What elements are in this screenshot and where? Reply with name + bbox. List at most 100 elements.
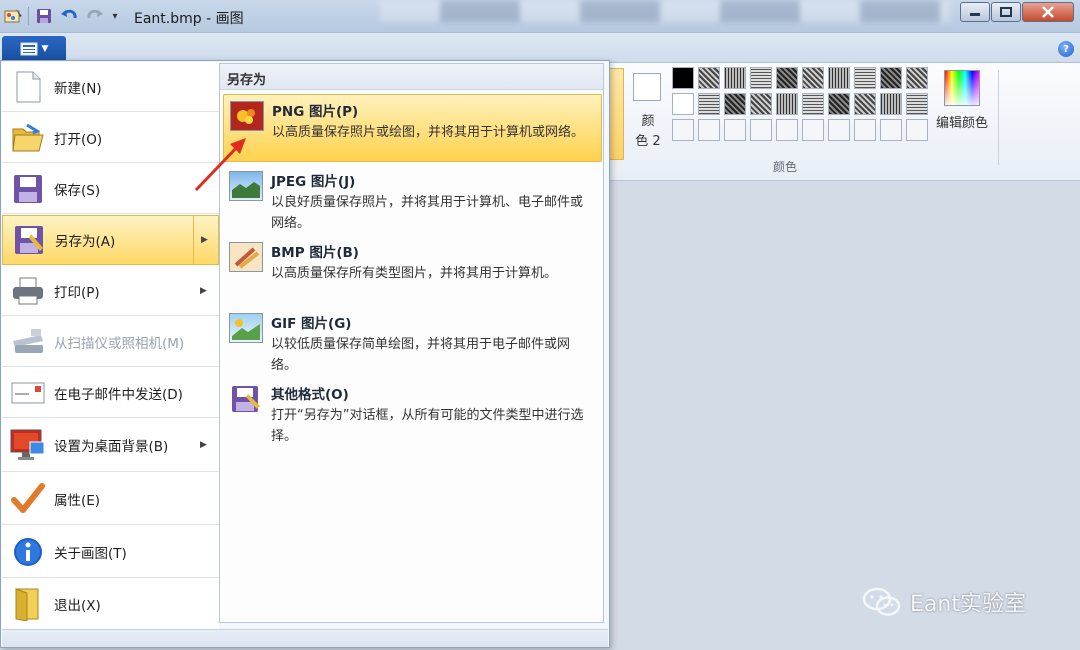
maximize-button[interactable] — [991, 2, 1021, 22]
help-icon[interactable]: ? — [1058, 41, 1074, 57]
submenu-item-description: 以良好质量保存照片，并将其用于计算机、电子邮件或网络。 — [271, 195, 584, 231]
palette-swatch[interactable] — [698, 67, 720, 89]
palette-swatch[interactable] — [906, 119, 928, 141]
close-button[interactable] — [1022, 2, 1074, 22]
palette-swatch[interactable] — [776, 93, 798, 115]
gif-image-icon — [229, 313, 263, 343]
palette-swatch[interactable] — [750, 93, 772, 115]
app-menu-icon — [20, 42, 38, 55]
submenu-item-title: JPEG 图片(J) — [271, 174, 356, 190]
chevron-down-icon: ▼ — [41, 43, 49, 54]
palette-swatch[interactable] — [750, 119, 772, 141]
save-as-png[interactable]: PNG 图片(P) 以高质量保存照片或绘图，并将其用于计算机或网络。 — [223, 94, 602, 162]
edit-colors-label: 编辑颜色 — [935, 116, 988, 131]
application-menu-button[interactable]: ▼ — [2, 36, 66, 61]
palette-swatch[interactable] — [750, 67, 772, 89]
submenu-title: 另存为 — [220, 64, 603, 90]
printer-icon — [10, 273, 46, 309]
palette-swatch[interactable] — [724, 119, 746, 141]
menu-item-label: 打开(O) — [54, 131, 103, 148]
redo-icon[interactable] — [84, 6, 106, 26]
palette-swatch[interactable] — [802, 93, 824, 115]
png-image-icon — [230, 101, 264, 131]
palette-swatch[interactable] — [854, 93, 876, 115]
color-1-selector[interactable] — [608, 68, 624, 160]
customize-quick-access-icon[interactable]: ▾ — [108, 6, 122, 26]
menu-item-save[interactable]: 保存(S) — [2, 164, 219, 214]
palette-swatch[interactable] — [672, 93, 694, 115]
scanner-icon — [10, 324, 46, 360]
menu-item-new[interactable]: 新建(N) — [2, 62, 219, 112]
menu-item-label: 另存为(A) — [55, 234, 116, 250]
palette-swatch[interactable] — [698, 93, 720, 115]
open-folder-icon — [10, 120, 46, 156]
palette-swatch[interactable] — [906, 67, 928, 89]
menu-item-label: 打印(P) — [54, 284, 100, 301]
menu-item-email[interactable]: 在电子邮件中发送(D) — [2, 368, 219, 418]
menu-item-scanner[interactable]: 从扫描仪或照相机(M) — [2, 317, 219, 367]
menu-item-label: 新建(N) — [54, 80, 102, 97]
save-as-gif[interactable]: GIF 图片(G) 以较低质量保存简单绘图，并将其用于电子邮件或网络。 — [223, 307, 602, 375]
new-file-icon — [10, 69, 46, 105]
palette-swatch[interactable] — [828, 93, 850, 115]
other-formats-icon — [229, 384, 263, 414]
title-bar-background — [380, 0, 950, 22]
palette-swatch[interactable] — [672, 67, 694, 89]
save-as-bmp[interactable]: BMP 图片(B) 以高质量保存所有类型图片，并将其用于计算机。 — [223, 236, 602, 304]
minimize-button[interactable] — [960, 2, 990, 22]
ribbon-separator — [998, 70, 999, 165]
edit-colors-button[interactable]: 编辑颜色 — [930, 68, 994, 132]
palette-swatch[interactable] — [880, 119, 902, 141]
palette-swatch[interactable] — [724, 93, 746, 115]
save-as-icon — [11, 222, 47, 258]
palette-swatch[interactable] — [880, 93, 902, 115]
save-as-other-formats[interactable]: 其他格式(O) 打开“另存为”对话框，从所有可能的文件类型中进行选择。 — [223, 378, 602, 446]
watermark-text: Eant实验室 — [910, 592, 1026, 617]
palette-swatch[interactable] — [828, 119, 850, 141]
palette-swatch[interactable] — [906, 93, 928, 115]
save-as-submenu: 另存为 PNG 图片(P) 以高质量保存照片或绘图，并将其用于计算机或网络。 J… — [219, 63, 604, 623]
ribbon-tab-strip: ▼ ? — [0, 33, 1080, 63]
menu-item-properties[interactable]: 属性(E) — [2, 473, 219, 525]
checkmark-icon — [10, 481, 46, 517]
submenu-item-title: 其他格式(O) — [271, 387, 349, 403]
save-as-jpeg[interactable]: JPEG 图片(J) 以良好质量保存照片，并将其用于计算机、电子邮件或网络。 — [223, 165, 602, 233]
palette-swatch[interactable] — [776, 119, 798, 141]
colors-group-label: 颜色 — [772, 160, 797, 174]
palette-swatch[interactable] — [854, 119, 876, 141]
menu-item-about[interactable]: 关于画图(T) — [2, 526, 219, 578]
save-disk-icon — [10, 171, 46, 207]
undo-icon[interactable] — [58, 6, 80, 26]
submenu-item-description: 以高质量保存照片或绘图，并将其用于计算机或网络。 — [272, 125, 585, 140]
save-icon[interactable] — [34, 6, 54, 26]
palette-swatch[interactable] — [802, 67, 824, 89]
menu-item-set-desktop-background[interactable]: 设置为桌面背景(B) ▶ — [2, 419, 219, 472]
palette-swatch[interactable] — [802, 119, 824, 141]
wechat-icon — [862, 587, 901, 616]
palette-swatch[interactable] — [854, 67, 876, 89]
menu-item-exit[interactable]: 退出(X) — [2, 579, 219, 629]
palette-swatch[interactable] — [698, 119, 720, 141]
window-title: Eant.bmp - 画图 — [134, 11, 244, 27]
watermark: Eant实验室 — [862, 586, 1026, 618]
quick-access-separator — [28, 7, 29, 25]
menu-item-open[interactable]: 打开(O) — [2, 113, 219, 163]
palette-swatch[interactable] — [880, 67, 902, 89]
menu-item-label: 退出(X) — [54, 598, 101, 614]
app-menu-commands: 新建(N) 打开(O) 保存(S) 另存为(A) ▶ 打印(P) ▶ 从扫描仪或… — [2, 62, 219, 629]
submenu-item-description: 以高质量保存所有类型图片，并将其用于计算机。 — [271, 266, 558, 281]
info-icon — [10, 534, 46, 570]
paint-app-icon[interactable] — [2, 6, 26, 26]
palette-swatch[interactable] — [776, 67, 798, 89]
palette-swatch[interactable] — [828, 67, 850, 89]
menu-item-save-as[interactable]: 另存为(A) ▶ — [2, 215, 219, 265]
submenu-item-title: BMP 图片(B) — [271, 245, 359, 261]
color-2-selector[interactable]: 颜 色 2 — [628, 70, 668, 160]
palette-swatch[interactable] — [724, 67, 746, 89]
palette-swatch[interactable] — [672, 119, 694, 141]
submenu-arrow-icon: ▶ — [200, 440, 207, 450]
menu-item-print[interactable]: 打印(P) ▶ — [2, 266, 219, 316]
color-palette — [672, 67, 932, 145]
menu-item-label: 保存(S) — [54, 182, 101, 199]
color-2-label: 颜 色 2 — [635, 114, 661, 149]
